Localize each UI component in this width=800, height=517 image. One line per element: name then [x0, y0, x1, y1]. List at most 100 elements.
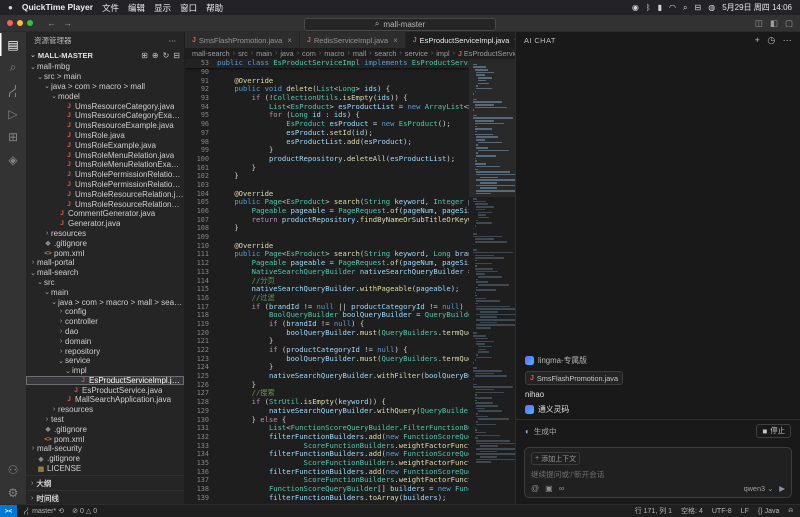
tree-item-resources[interactable]: ›resources: [26, 229, 184, 239]
code-line[interactable]: 133 ScoreFunctionBuilders.weightFactorFu…: [185, 442, 469, 451]
notifications-bell-icon[interactable]: ⍾: [788, 507, 793, 515]
zoom-window-button[interactable]: [27, 20, 33, 26]
menubar-clock[interactable]: 5月29日 周四 14:06: [722, 2, 792, 13]
context-file-chip[interactable]: J SmsFlashPromotion.java: [525, 371, 623, 385]
code-line[interactable]: 113 NativeSearchQueryBuilder nativeSearc…: [185, 268, 469, 277]
menu-item-编辑[interactable]: 编辑: [128, 2, 145, 14]
forward-icon[interactable]: →: [63, 18, 72, 28]
breadcrumb-item[interactable]: src: [238, 49, 248, 58]
code-line[interactable]: 116 //过滤: [185, 294, 469, 303]
code-line[interactable]: 92 public void delete(List<Long> ids) {: [185, 85, 469, 94]
minimize-window-button[interactable]: [17, 20, 23, 26]
code-line[interactable]: 111 public Page<EsProduct> search(String…: [185, 250, 469, 259]
siri-icon[interactable]: ◍: [708, 3, 715, 13]
tree-item-src[interactable]: ⌄src: [26, 278, 184, 288]
apple-menu-icon[interactable]: ●: [8, 3, 13, 12]
code-line[interactable]: 101 }: [185, 164, 469, 173]
new-file-icon[interactable]: ⊞: [141, 51, 148, 60]
tree-item-umsroleexample-java[interactable]: JUmsRoleExample.java: [26, 140, 184, 150]
tree-item-domain[interactable]: ›domain: [26, 336, 184, 346]
sticky-scroll-line[interactable]: 53public class EsProductServiceImpl impl…: [185, 59, 469, 68]
code-line[interactable]: 127 //搜索: [185, 389, 469, 398]
code-line[interactable]: 136 filterFunctionBuilders.add(new Funct…: [185, 468, 469, 477]
tree-item-java-com-macro-mall[interactable]: ⌄java > com > macro > mall: [26, 82, 184, 92]
tree-item-license[interactable]: ▤LICENSE: [26, 464, 184, 474]
tree-item-pom-xml[interactable]: <>pom.xml: [26, 248, 184, 258]
breadcrumb-item[interactable]: macro: [324, 49, 344, 58]
activitybar-search[interactable]: ⌕: [0, 56, 26, 79]
code-line[interactable]: 137 ScoreFunctionBuilders.weightFactorFu…: [185, 476, 469, 485]
bluetooth-icon[interactable]: ᛒ: [646, 3, 651, 13]
code-line[interactable]: 108 }: [185, 224, 469, 233]
tree-item-model[interactable]: ⌄model: [26, 91, 184, 101]
breadcrumb-item[interactable]: search: [375, 49, 397, 58]
code-line[interactable]: 109: [185, 233, 469, 242]
tree-item-mall-security[interactable]: ›mall-security: [26, 444, 184, 454]
tree-item-umsrolemenurelation-java[interactable]: JUmsRoleMenuRelation.java: [26, 150, 184, 160]
breadcrumb-item[interactable]: mall-search: [192, 49, 230, 58]
activitybar-run-debug[interactable]: ▷: [0, 102, 26, 125]
image-icon[interactable]: ▣: [545, 484, 553, 493]
tree-item-pom-xml[interactable]: <>pom.xml: [26, 434, 184, 444]
menu-item-文件[interactable]: 文件: [102, 2, 119, 14]
stop-button[interactable]: ◼ 停止: [756, 424, 791, 438]
code-line[interactable]: 134 filterFunctionBuilders.add(new Funct…: [185, 450, 469, 459]
tree-item-esproductservice-java[interactable]: JEsProductService.java: [26, 385, 184, 395]
code-line[interactable]: 126 }: [185, 381, 469, 390]
code-line[interactable]: 121 }: [185, 337, 469, 346]
tree-item-gitignore[interactable]: ◆.gitignore: [26, 424, 184, 434]
encoding-setting[interactable]: UTF-8: [712, 508, 732, 515]
menu-item-显示[interactable]: 显示: [154, 2, 171, 14]
tree-item-umsrolemenurelationexample-java[interactable]: JUmsRoleMenuRelationExample.java: [26, 160, 184, 170]
new-folder-icon[interactable]: ⊕: [152, 51, 159, 60]
tree-item-gitignore[interactable]: ◆.gitignore: [26, 454, 184, 464]
tree-item-mallsearchapplication-java[interactable]: JMallSearchApplication.java: [26, 395, 184, 405]
new-chat-icon[interactable]: +: [755, 35, 761, 46]
code-line[interactable]: 102 }: [185, 172, 469, 181]
add-context-button[interactable]: + 添加上下文: [531, 452, 580, 465]
code-line[interactable]: 131 List<FunctionScoreQueryBuilder.Filte…: [185, 424, 469, 433]
code-line[interactable]: 128 if (StrUtil.isEmpty(keyword)) {: [185, 398, 469, 407]
close-icon[interactable]: ×: [287, 36, 292, 45]
sidebar-panel-时间线[interactable]: ›时间线: [26, 490, 184, 505]
tree-item-esproductserviceimpl-java[interactable]: JEsProductServiceImpl.java: [26, 376, 184, 386]
tree-item-umsroleresourcerelation-java[interactable]: JUmsRoleResourceRelation.java: [26, 189, 184, 199]
tree-item-umsresourcecategoryexample-java[interactable]: JUmsResourceCategoryExample.java: [26, 111, 184, 121]
code-line[interactable]: 99 }: [185, 146, 469, 155]
code-line[interactable]: 125 nativeSearchQueryBuilder.withFilter(…: [185, 372, 469, 381]
code-line[interactable]: 105 public Page<EsProduct> search(String…: [185, 198, 469, 207]
tree-item-umsresourceexample-java[interactable]: JUmsResourceExample.java: [26, 121, 184, 131]
activitybar-settings[interactable]: ⚙: [0, 481, 26, 504]
breadcrumb-item[interactable]: com: [302, 49, 316, 58]
sidebar-panel-大纲[interactable]: ›大纲: [26, 475, 184, 490]
activitybar-explorer[interactable]: ▤: [0, 33, 26, 56]
code-line[interactable]: 100 productRepository.deleteAll(esProduc…: [185, 155, 469, 164]
branch-indicator[interactable]: ⌥ master* ⟲: [22, 507, 64, 515]
tree-item-gitignore[interactable]: ◆.gitignore: [26, 238, 184, 248]
code-line[interactable]: 98 esProductList.add(esProduct);: [185, 138, 469, 147]
tree-item-dao[interactable]: ›dao: [26, 327, 184, 337]
tree-item-java-com-macro-mall-search[interactable]: ⌄java > com > macro > mall > search: [26, 297, 184, 307]
breadcrumb-item[interactable]: java: [280, 49, 293, 58]
menu-item-quicktime-player[interactable]: QuickTime Player: [22, 2, 93, 14]
tree-item-config[interactable]: ›config: [26, 307, 184, 317]
code-line[interactable]: 96 EsProduct esProduct = new EsProduct()…: [185, 120, 469, 129]
code-line[interactable]: 112 Pageable pageable = PageRequest.of(p…: [185, 259, 469, 268]
code-line[interactable]: 91 @Override: [185, 77, 469, 86]
sidebar-more-icon[interactable]: ⋯: [169, 36, 177, 45]
activitybar-lingma[interactable]: ◈: [0, 148, 26, 171]
tree-item-umsresourcecategory-java[interactable]: JUmsResourceCategory.java: [26, 101, 184, 111]
code-line[interactable]: 135 ScoreFunctionBuilders.weightFactorFu…: [185, 459, 469, 468]
tree-item-umsrole-java[interactable]: JUmsRole.java: [26, 131, 184, 141]
code-line[interactable]: 138 FunctionScoreQueryBuilder[] builders…: [185, 485, 469, 494]
code-line[interactable]: 104 @Override: [185, 190, 469, 199]
toggle-sidebar-icon[interactable]: ◧: [770, 18, 778, 29]
battery-icon[interactable]: ▮: [658, 3, 662, 13]
tab-smsflashpromotion-java[interactable]: JSmsFlashPromotion.java×: [185, 32, 300, 48]
breadcrumb-item[interactable]: J EsProductServiceImpl.java: [458, 49, 515, 58]
command-center[interactable]: ⌕ mall-master: [304, 18, 496, 31]
remote-indicator[interactable]: ><: [0, 505, 17, 517]
code-editor[interactable]: 53public class EsProductServiceImpl impl…: [185, 59, 469, 505]
breadcrumb-item[interactable]: service: [405, 49, 428, 58]
activitybar-extensions[interactable]: ⊞: [0, 125, 26, 148]
